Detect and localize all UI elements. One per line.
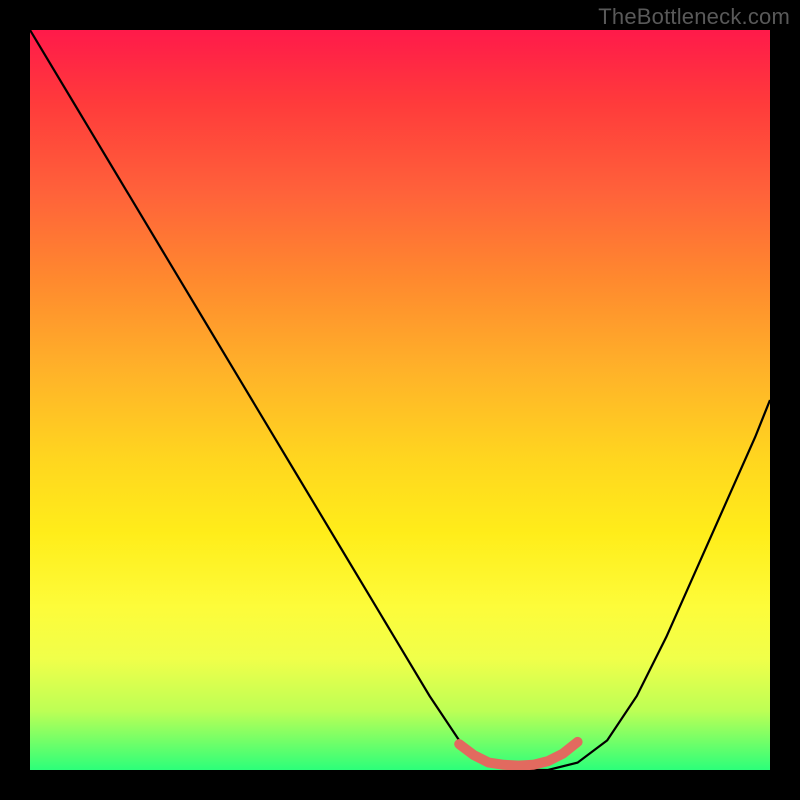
attribution-text: TheBottleneck.com	[598, 4, 790, 30]
plot-area	[30, 30, 770, 770]
chart-container: TheBottleneck.com	[0, 0, 800, 800]
chart-svg	[30, 30, 770, 770]
optimal-marker-path	[459, 742, 577, 766]
bottleneck-curve-path	[30, 30, 770, 770]
